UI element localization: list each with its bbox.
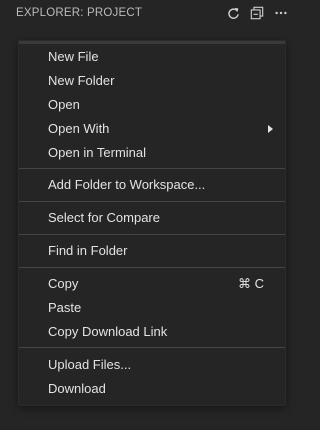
menu-separator — [19, 267, 285, 268]
collapse-all-button[interactable] — [249, 5, 265, 21]
menu-item-new-folder[interactable]: New Folder — [19, 69, 285, 91]
menu-separator — [19, 168, 285, 169]
menu-item-label: Open — [48, 97, 80, 112]
menu-item-download[interactable]: Download — [19, 377, 285, 399]
menu-separator — [19, 234, 285, 235]
refresh-button[interactable] — [225, 5, 241, 21]
menu-item-add-folder-to-workspace[interactable]: Add Folder to Workspace... — [19, 173, 285, 195]
explorer-title: EXPLORER: PROJECT — [16, 7, 143, 19]
menu-item-paste[interactable]: Paste — [19, 296, 285, 318]
menu-item-label: Open in Terminal — [48, 145, 147, 160]
menu-item-open[interactable]: Open — [19, 93, 285, 115]
menu-item-label: New Folder — [48, 73, 115, 88]
menu-item-label: New File — [48, 49, 99, 64]
menu-separator — [19, 201, 285, 202]
submenu-arrow-icon — [268, 125, 273, 133]
menu-item-select-for-compare[interactable]: Select for Compare — [19, 206, 285, 228]
menu-item-copy[interactable]: Copy ⌘ C — [19, 272, 285, 294]
more-actions-button[interactable] — [273, 5, 289, 21]
collapse-all-icon — [250, 6, 264, 20]
menu-item-new-file[interactable]: New File — [19, 45, 285, 67]
menu-item-label: Find in Folder — [48, 243, 128, 258]
refresh-icon — [227, 7, 239, 19]
menu-item-label: Paste — [48, 300, 82, 315]
menu-item-label: Copy — [48, 276, 79, 291]
menu-item-open-with[interactable]: Open With — [19, 117, 285, 139]
menu-item-find-in-folder[interactable]: Find in Folder — [19, 239, 285, 261]
context-menu: New File New Folder Open Open With Open … — [19, 41, 285, 405]
menu-item-copy-download-link[interactable]: Copy Download Link — [19, 320, 285, 342]
explorer-header: EXPLORER: PROJECT — [0, 0, 299, 26]
menu-top-border — [19, 41, 285, 44]
menu-item-label: Copy Download Link — [48, 324, 168, 339]
shortcut-label: ⌘ C — [238, 276, 264, 291]
menu-item-label: Download — [48, 381, 106, 396]
menu-separator — [19, 347, 285, 348]
menu-item-label: Select for Compare — [48, 210, 160, 225]
menu-item-open-in-terminal[interactable]: Open in Terminal — [19, 141, 285, 163]
menu-item-label: Upload Files... — [48, 357, 132, 372]
menu-item-label: Open With — [48, 121, 110, 136]
more-icon — [275, 11, 287, 15]
menu-item-upload-files[interactable]: Upload Files... — [19, 353, 285, 375]
explorer-panel: EXPLORER: PROJECT New File New Folder Op… — [0, 0, 299, 430]
header-actions — [225, 4, 289, 22]
menu-item-label: Add Folder to Workspace... — [48, 177, 206, 192]
